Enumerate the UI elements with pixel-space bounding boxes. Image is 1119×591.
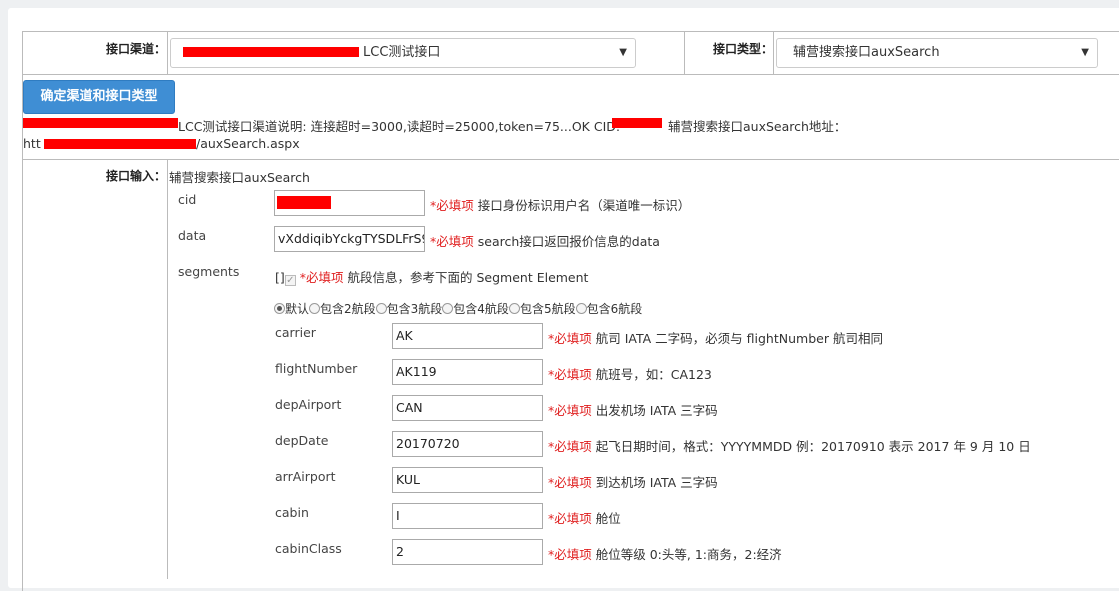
redaction-channel: [183, 47, 359, 57]
field-name-arrairport: arrAirport: [275, 469, 336, 484]
interface-input-label: 接口输入：: [106, 169, 167, 183]
data-hint: *必填项 search接口返回报价信息的data: [430, 231, 660, 250]
row-divider-2: [22, 159, 1119, 160]
radio-label-4: 包含4航段: [453, 302, 509, 316]
field-name-carrier: carrier: [275, 325, 316, 340]
required-marker: *必填项: [430, 198, 474, 213]
field-name-cabin: cabin: [275, 505, 309, 520]
required-marker: *必填项: [548, 511, 592, 526]
cid-description: 接口身份标识用户名（渠道唯一标识）: [477, 198, 691, 213]
address-suffix: /auxSearch.aspx: [196, 136, 300, 151]
required-marker: *必填项: [430, 234, 474, 249]
interface-type-select[interactable]: 辅营搜索接口auxSearch ▼: [776, 38, 1098, 68]
data-description: search接口返回报价信息的data: [477, 234, 660, 249]
cid-hint: *必填项 接口身份标识用户名（渠道唯一标识）: [430, 195, 690, 214]
address-prefix: htt: [23, 136, 41, 151]
radio-2-segments[interactable]: [309, 303, 321, 314]
redaction-address: [44, 139, 196, 149]
table-border-left: [22, 31, 23, 591]
segment-count-radios: 默认 包含2航段 包含3航段 包含4航段 包含5航段 包含6航段: [274, 300, 642, 317]
required-marker: *必填项: [548, 547, 592, 562]
field-name-flightnumber: flightNumber: [275, 361, 358, 376]
required-marker: *必填项: [548, 439, 592, 454]
depdate-description: 起飞日期时间，格式：YYYYMMDD 例：20170910 表示 2017 年 …: [595, 439, 1031, 454]
arrairport-hint: *必填项 到达机场 IATA 三字码: [548, 472, 718, 491]
cabin-description: 舱位: [595, 511, 621, 526]
arrairport-input[interactable]: KUL: [392, 467, 543, 493]
radio-label-6: 包含6航段: [586, 302, 643, 316]
field-name-segments: segments: [178, 264, 240, 279]
carrier-description: 航司 IATA 二字码，必须与 flightNumber 航司相同: [595, 331, 883, 346]
required-marker: *必填项: [548, 367, 592, 382]
segments-prefix: []: [275, 270, 285, 285]
radio-default[interactable]: [274, 303, 285, 314]
segments-row: []✓ *必填项 航段信息，参考下面的 Segment Element: [275, 267, 588, 286]
interface-type-label: 接口类型：: [713, 42, 774, 56]
radio-label-default: 默认: [285, 302, 310, 316]
table-border-top: [22, 31, 1119, 32]
col-divider-3: [773, 31, 774, 74]
required-marker: *必填项: [548, 403, 592, 418]
channel-label: 接口渠道：: [106, 42, 167, 56]
chevron-down-icon: ▼: [1081, 47, 1089, 58]
carrier-hint: *必填项 航司 IATA 二字码，必须与 flightNumber 航司相同: [548, 328, 883, 347]
flightnumber-hint: *必填项 航班号，如：CA123: [548, 364, 712, 383]
col-divider-2: [684, 31, 685, 74]
col-divider-1: [167, 31, 168, 74]
depairport-input[interactable]: CAN: [392, 395, 543, 421]
col-divider-4: [167, 159, 168, 579]
depairport-description: 出发机场 IATA 三字码: [595, 403, 718, 418]
required-marker: *必填项: [548, 331, 592, 346]
field-name-depairport: depAirport: [275, 397, 342, 412]
cabin-hint: *必填项 舱位: [548, 508, 621, 527]
confirm-channel-type-button[interactable]: 确定渠道和接口类型: [23, 80, 175, 114]
arrairport-description: 到达机场 IATA 三字码: [595, 475, 718, 490]
field-name-cid: cid: [178, 192, 197, 207]
carrier-input[interactable]: AK: [392, 323, 543, 349]
segments-description: 航段信息，参考下面的 Segment Element: [347, 270, 589, 285]
redaction-desc-1: [23, 118, 178, 128]
interface-input-name: 辅营搜索接口auxSearch: [169, 170, 310, 185]
required-marker: *必填项: [299, 270, 344, 285]
row-divider-1: [22, 74, 1119, 75]
redaction-cid: [612, 118, 662, 128]
flightnumber-input[interactable]: AK119: [392, 359, 543, 385]
segments-checkbox[interactable]: ✓: [284, 275, 296, 286]
chevron-down-icon: ▼: [619, 47, 627, 58]
radio-label-5: 包含5航段: [519, 302, 576, 316]
depdate-input[interactable]: 20170720: [392, 431, 543, 457]
interface-address-label: 辅营搜索接口auxSearch地址：: [668, 119, 847, 134]
cabin-input[interactable]: I: [392, 503, 543, 529]
field-name-data: data: [178, 228, 207, 243]
cabinclass-input[interactable]: 2: [392, 539, 543, 565]
required-marker: *必填项: [548, 475, 592, 490]
depdate-hint: *必填项 起飞日期时间，格式：YYYYMMDD 例：20170910 表示 20…: [548, 436, 1031, 455]
field-name-cabinclass: cabinClass: [275, 541, 342, 556]
channel-description: LCC测试接口渠道说明: 连接超时=3000,读超时=25000,token=7…: [178, 119, 621, 134]
cabinclass-hint: *必填项 舱位等级 0:头等, 1:商务，2:经济: [548, 544, 782, 563]
field-name-depdate: depDate: [275, 433, 329, 448]
flightnumber-description: 航班号，如：CA123: [595, 367, 712, 382]
redaction-cid-value: [277, 196, 331, 209]
radio-3-segments[interactable]: [375, 303, 387, 314]
radio-5-segments[interactable]: [508, 303, 520, 314]
interface-type-select-value: 辅营搜索接口auxSearch: [793, 45, 940, 60]
radio-label-2: 包含2航段: [320, 302, 376, 316]
data-input[interactable]: vXddiqibYckgTYSDLFrS97: [274, 226, 425, 252]
radio-4-segments[interactable]: [442, 303, 454, 314]
radio-6-segments[interactable]: [575, 303, 587, 314]
radio-label-3: 包含3航段: [386, 302, 443, 316]
cabinclass-description: 舱位等级 0:头等, 1:商务，2:经济: [595, 547, 782, 562]
depairport-hint: *必填项 出发机场 IATA 三字码: [548, 400, 718, 419]
channel-select-value: LCC测试接口: [363, 45, 441, 60]
